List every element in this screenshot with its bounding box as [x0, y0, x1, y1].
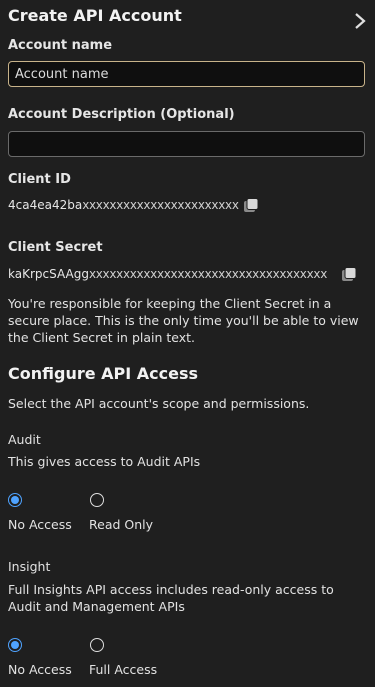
client-secret-label: Client Secret [8, 240, 103, 255]
insight-no-access-label[interactable]: No Access [8, 662, 72, 677]
configure-api-access-title: Configure API Access [8, 364, 199, 383]
copy-icon[interactable] [242, 197, 260, 215]
account-name-label: Account name [8, 38, 113, 53]
audit-read-only-label[interactable]: Read Only [89, 517, 153, 532]
create-api-account-panel: Create API Account Account name Account … [0, 0, 375, 687]
account-description-label: Account Description (Optional) [8, 107, 235, 122]
client-id-prefix: 4ca4ea42ba [8, 198, 83, 212]
insight-description: Full Insights API access includes read-o… [8, 582, 334, 614]
audit-description: This gives access to Audit APIs [8, 454, 201, 469]
client-id-value: 4ca4ea42baxxxxxxxxxxxxxxxxxxxxxxx [8, 198, 239, 212]
client-id-label: Client ID [8, 172, 71, 187]
audit-title: Audit [8, 432, 41, 447]
audit-read-only-radio[interactable] [90, 493, 104, 507]
copy-icon[interactable] [340, 266, 358, 284]
chevron-right-icon[interactable] [353, 12, 367, 30]
account-name-input[interactable] [8, 61, 365, 87]
client-id-mask: xxxxxxxxxxxxxxxxxxxxxxx [82, 198, 239, 212]
audit-no-access-label[interactable]: No Access [8, 517, 72, 532]
client-secret-note: You're responsible for keeping the Clien… [8, 296, 359, 345]
configure-api-access-subtitle: Select the API account's scope and permi… [8, 396, 310, 411]
insight-title: Insight [8, 559, 51, 574]
client-secret-mask: xxxxxxxxxxxxxxxxxxxxxxxxxxxxxxxxxxx [88, 267, 327, 281]
audit-no-access-radio[interactable] [8, 493, 22, 507]
insight-no-access-radio[interactable] [8, 638, 22, 652]
insight-full-access-label[interactable]: Full Access [89, 662, 157, 677]
account-description-input[interactable] [8, 131, 365, 157]
panel-title: Create API Account [8, 6, 182, 25]
insight-full-access-radio[interactable] [90, 638, 104, 652]
client-secret-value: kaKrpcSAAggxxxxxxxxxxxxxxxxxxxxxxxxxxxxx… [8, 267, 327, 281]
client-secret-prefix: kaKrpcSAAgg [8, 267, 89, 281]
